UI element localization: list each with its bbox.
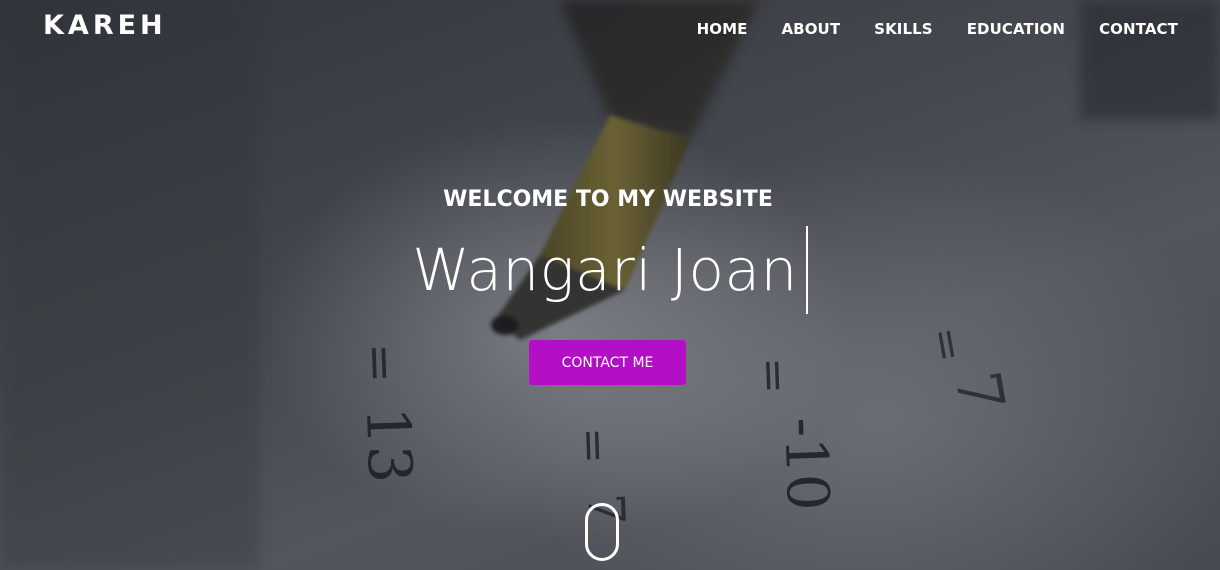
nav-home-link[interactable]: HOME (697, 20, 748, 38)
welcome-heading: WELCOME TO MY WEBSITE (443, 187, 773, 212)
nav-contact-link[interactable]: CONTACT (1099, 20, 1178, 38)
site-logo[interactable]: KAREH (43, 10, 167, 41)
nav-about-link[interactable]: ABOUT (781, 20, 840, 38)
site-header: KAREH HOME ABOUT SKILLS EDUCATION CONTAC… (0, 0, 1220, 60)
contact-me-button[interactable]: CONTACT ME (529, 340, 686, 385)
nav-education-link[interactable]: EDUCATION (967, 20, 1065, 38)
main-nav: HOME ABOUT SKILLS EDUCATION CONTACT (663, 20, 1178, 38)
name-wrapper: Wangari Joan (0, 226, 1220, 314)
hero-name-typed: Wangari Joan (412, 226, 808, 314)
mouse-scroll-icon[interactable] (585, 503, 619, 561)
nav-skills-link[interactable]: SKILLS (874, 20, 933, 38)
